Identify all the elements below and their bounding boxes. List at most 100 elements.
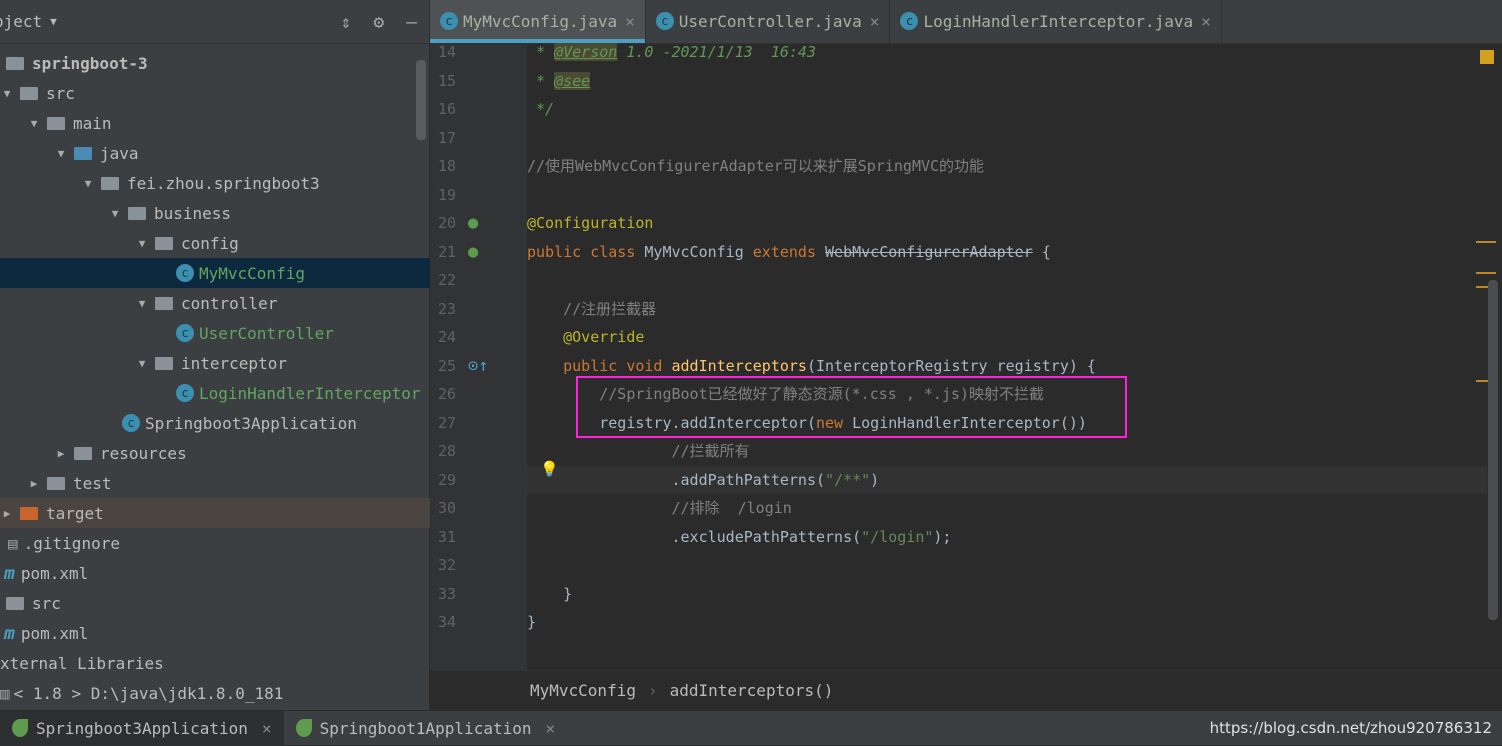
code-token: 1.0 -2021/1/13 16:43 [617,43,816,61]
tree-item-label: business [154,203,232,223]
code-token: public void [527,356,672,375]
tree-item-label: src [32,593,61,613]
tree-item[interactable]: m pom.xml [0,618,430,648]
tree-item[interactable]: src [0,588,430,618]
tree-item-label: pom.xml [20,623,89,643]
code-token: //注册拦截器 [527,299,657,318]
tree-item[interactable]: c MyMvcConfig [0,258,430,288]
override-icon[interactable]: ⊙↑ [468,356,488,376]
collapse-all-icon[interactable]: ⇕ [340,12,351,33]
run-tab-springboot1[interactable]: Springboot1Application × [284,711,568,746]
expand-arrow-icon[interactable]: ▼ [54,147,68,160]
breadcrumb-method[interactable]: addInterceptors() [670,681,834,700]
hide-icon[interactable]: — [406,12,417,33]
tree-item[interactable]: ▼ business [0,198,430,228]
code-line: public class MyMvcConfig extends WebMvcC… [527,238,1051,266]
expand-arrow-icon[interactable]: ▼ [108,207,122,220]
expand-arrow-icon[interactable]: ▶ [0,507,14,520]
expand-arrow-icon[interactable]: ▶ [54,447,68,460]
close-icon[interactable]: × [545,719,555,738]
tree-item[interactable]: ▼ src [0,78,430,108]
breadcrumb-class[interactable]: MyMvcConfig [530,681,636,700]
code-token: "/login" [861,527,934,546]
folder-icon [74,146,92,160]
line-number: 22 [437,271,456,289]
code-token: { [1032,242,1051,261]
run-tool-bar: Springboot3Application × Springboot1Appli… [0,710,1502,746]
tree-item[interactable]: ▥ < 1.8 > D:\java\jdk1.8.0_181 [0,678,430,708]
folder-icon [47,476,65,490]
tree-item-label: resources [100,443,187,463]
code-token: @Configuration [527,214,654,232]
code-line: } [527,608,536,636]
package-icon [155,296,173,310]
gear-icon[interactable]: ⚙ [373,12,384,33]
tree-item[interactable]: m pom.xml [0,558,430,588]
watermark: https://blog.csdn.net/zhou920786312 [1209,719,1492,737]
expand-arrow-icon[interactable]: ▼ [135,237,149,250]
code-line: .addPathPatterns("/**") [527,466,879,494]
tree-item[interactable]: ▼ java [0,138,430,168]
code-token: .excludePathPatterns( [527,527,862,546]
breadcrumb: MyMvcConfig › addInterceptors() [430,670,1502,710]
expand-arrow-icon[interactable]: ▼ [27,117,41,130]
close-icon[interactable]: × [262,719,272,738]
tree-item-label: LoginHandlerInterceptor [199,383,421,403]
line-number: 19 [437,185,456,204]
sidebar-scrollbar[interactable] [416,60,426,140]
tree-item[interactable]: ▼ interceptor [0,348,430,378]
folder-icon [20,506,38,520]
close-icon[interactable]: × [870,12,880,31]
inspection-status-icon[interactable] [1480,50,1494,64]
code-token: //排除 /login [527,499,792,517]
tree-item-label: UserController [199,323,334,343]
tree-item-label: xternal Libraries [0,653,164,673]
file-icon: ▤ [8,533,18,553]
code-line: //使用WebMvcConfigurerAdapter可以来扩展SpringMV… [527,152,984,180]
code-token: //拦截所有 [527,442,750,460]
tree-item[interactable]: ▶ target [0,498,430,528]
tree-item[interactable]: springboot-3 [0,48,430,78]
tree-item[interactable]: xternal Libraries [0,648,430,678]
tree-item[interactable]: ▼ fei.zhou.springboot3 [0,168,430,198]
code-token: WebMvcConfigurerAdapter [825,242,1033,261]
expand-arrow-icon[interactable]: ▼ [0,87,14,100]
folder-icon [74,446,92,460]
code-line: * @Verson 1.0 -2021/1/13 16:43 [527,38,816,66]
code-token: @Verson [554,43,618,61]
expand-arrow-icon[interactable]: ▶ [27,477,41,490]
code-line: .excludePathPatterns("/login"); [527,523,951,551]
tree-item-label: springboot-3 [32,53,148,73]
project-view-selector[interactable]: oject [0,12,42,31]
editor-tab[interactable]: c LoginHandlerInterceptor.java × [890,0,1222,43]
folder-icon [20,86,38,100]
tree-item[interactable]: ▼ config [0,228,430,258]
tree-item[interactable]: ▤ .gitignore [0,528,430,558]
bean-icon[interactable]: ● [468,213,478,233]
tree-item[interactable]: ▼ main [0,108,430,138]
tree-item-label: MyMvcConfig [199,263,305,283]
editor-tab[interactable]: c MyMvcConfig.java × [430,0,646,43]
tree-item-label: .gitignore [23,533,120,553]
editor-tab[interactable]: c UserController.java × [646,0,891,43]
tree-item[interactable]: ▼ controller [0,288,430,318]
tree-item[interactable]: ▶ test [0,468,430,498]
tree-item-label: controller [181,293,278,313]
bean-class-icon[interactable]: ● [468,242,478,262]
code-token: * [527,43,555,61]
editor-scrollbar[interactable] [1488,280,1498,620]
tree-item[interactable]: ▶ resources [0,438,430,468]
tree-item[interactable]: c Springboot3Application [0,408,430,438]
run-tab-springboot3[interactable]: Springboot3Application × [0,710,284,746]
line-number: 20 [437,214,456,232]
code-line: @Override [527,323,644,351]
expand-arrow-icon[interactable]: ▼ [135,357,149,370]
close-icon[interactable]: × [625,12,635,31]
tree-item[interactable]: c LoginHandlerInterceptor [0,378,430,408]
expand-arrow-icon[interactable]: ▼ [81,177,95,190]
expand-arrow-icon[interactable]: ▼ [135,297,149,310]
tree-item[interactable]: c UserController [0,318,430,348]
close-icon[interactable]: × [1201,12,1211,31]
line-number: 34 [437,613,456,631]
intention-bulb-icon[interactable]: 💡 [540,460,559,478]
